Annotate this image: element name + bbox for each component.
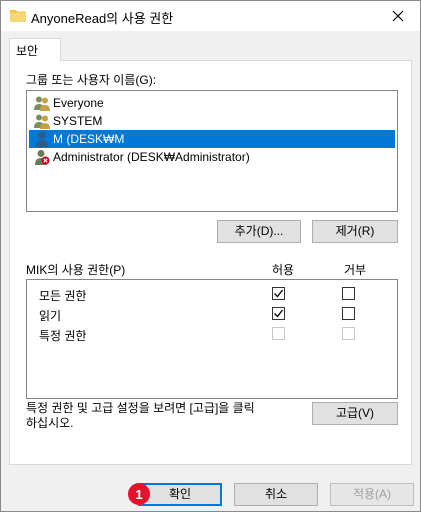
step-badge: 1 bbox=[128, 483, 150, 505]
group-user-list[interactable]: Everyone SYSTEM M (DESK₩M Administrator … bbox=[26, 90, 398, 212]
ok-button[interactable]: 확인 bbox=[138, 483, 222, 506]
deny-full-control-checkbox[interactable] bbox=[342, 287, 355, 300]
list-item-label: Administrator (DESK₩Administrator) bbox=[53, 150, 250, 164]
list-item-user-m[interactable]: M (DESK₩M bbox=[29, 130, 395, 148]
add-button[interactable]: 추가(D)... bbox=[217, 220, 301, 243]
tab-security[interactable]: 보안 bbox=[9, 38, 61, 61]
permissions-label: MIK의 사용 권한(P) bbox=[26, 263, 126, 277]
list-item-label: Everyone bbox=[53, 96, 104, 110]
list-item-administrator[interactable]: Administrator (DESK₩Administrator) bbox=[29, 148, 395, 166]
permissions-dialog: AnyoneRead의 사용 권한 보안 그룹 또는 사용자 이름(G): Ev… bbox=[0, 0, 421, 512]
list-item-system[interactable]: SYSTEM bbox=[29, 112, 395, 130]
remove-button[interactable]: 제거(R) bbox=[312, 220, 398, 243]
window-title: AnyoneRead의 사용 권한 bbox=[31, 11, 174, 26]
allow-read-checkbox[interactable] bbox=[272, 307, 285, 320]
admin-user-icon bbox=[35, 150, 50, 165]
title-bar: AnyoneRead의 사용 권한 bbox=[1, 1, 420, 31]
list-item-everyone[interactable]: Everyone bbox=[29, 94, 395, 112]
cancel-button[interactable]: 취소 bbox=[234, 483, 318, 506]
permission-special: 특정 권한 bbox=[39, 329, 87, 343]
apply-button: 적용(A) bbox=[330, 483, 414, 506]
advanced-button[interactable]: 고급(V) bbox=[312, 402, 398, 425]
users-group-icon bbox=[34, 96, 50, 111]
advanced-hint-text: 특정 권한 및 고급 설정을 보려면 [고급]을 클릭 하십시오. bbox=[26, 401, 255, 430]
users-group-icon bbox=[34, 114, 50, 129]
close-icon bbox=[392, 10, 403, 22]
allow-header: 허용 bbox=[272, 263, 295, 277]
user-icon bbox=[36, 132, 48, 147]
check-icon bbox=[274, 289, 284, 298]
allow-full-control-checkbox[interactable] bbox=[272, 287, 285, 300]
permission-read: 읽기 bbox=[39, 309, 62, 323]
folder-icon bbox=[10, 10, 26, 22]
group-list-label: 그룹 또는 사용자 이름(G): bbox=[26, 73, 157, 87]
security-panel: 그룹 또는 사용자 이름(G): Everyone SYSTEM M (DESK… bbox=[9, 60, 412, 465]
check-icon bbox=[274, 309, 284, 318]
deny-header: 거부 bbox=[344, 263, 367, 277]
list-item-label: SYSTEM bbox=[53, 114, 103, 128]
permissions-list: 모든 권한 읽기 특정 권한 bbox=[26, 279, 398, 399]
allow-special-checkbox bbox=[272, 327, 285, 340]
permission-full-control: 모든 권한 bbox=[39, 289, 87, 303]
deny-read-checkbox[interactable] bbox=[342, 307, 355, 320]
deny-special-checkbox bbox=[342, 327, 355, 340]
list-item-label: M (DESK₩M bbox=[53, 132, 125, 146]
close-button[interactable] bbox=[375, 1, 420, 31]
